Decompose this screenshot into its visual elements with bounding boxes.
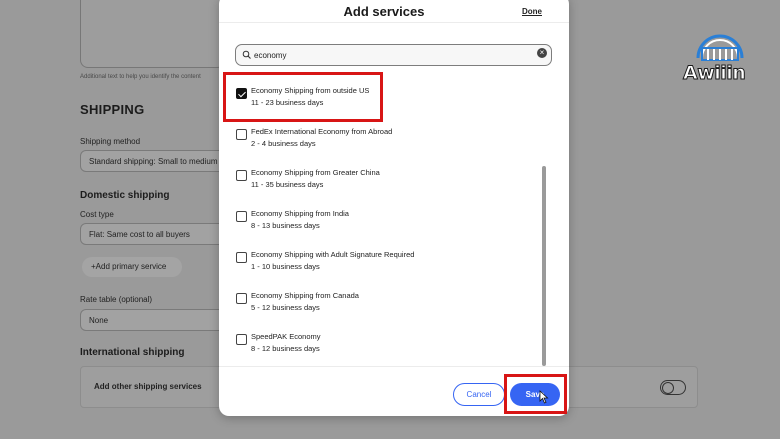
checkbox-checked[interactable] xyxy=(236,88,247,99)
service-days: 1 - 10 business days xyxy=(251,262,320,271)
checkbox[interactable] xyxy=(236,293,247,304)
logo-text: Awiiin xyxy=(682,62,746,85)
search-input[interactable] xyxy=(254,48,524,63)
add-primary-service-label: Add primary service xyxy=(95,262,167,271)
international-toggle[interactable] xyxy=(660,380,686,395)
cost-type-select[interactable]: Flat: Same cost to all buyers xyxy=(80,223,230,245)
list-item[interactable]: Economy Shipping from outside US 11 - 23… xyxy=(236,82,536,116)
list-item[interactable]: Economy Shipping from Greater China 11 -… xyxy=(236,164,536,198)
shipping-heading: SHIPPING xyxy=(80,102,145,117)
add-primary-service-button[interactable]: +Add primary service xyxy=(82,257,182,277)
service-days: 5 - 12 business days xyxy=(251,303,320,312)
checkbox[interactable] xyxy=(236,334,247,345)
title-divider xyxy=(219,22,569,23)
list-item[interactable]: Economy Shipping from Canada 5 - 12 busi… xyxy=(236,287,536,321)
international-shipping-heading: International shipping xyxy=(80,347,185,358)
list-item[interactable]: FedEx International Economy from Abroad … xyxy=(236,123,536,157)
add-services-modal: Add services Done × Economy Shipping fro… xyxy=(219,0,569,416)
list-item[interactable]: Economy Shipping from India 8 - 13 busin… xyxy=(236,205,536,239)
shipping-method-select[interactable]: Standard shipping: Small to medium xyxy=(80,150,230,172)
service-name: Economy Shipping from India xyxy=(251,209,349,218)
shipping-method-label: Shipping method xyxy=(80,137,141,146)
list-item[interactable]: Economy Shipping with Adult Signature Re… xyxy=(236,246,536,280)
service-name: Economy Shipping from Greater China xyxy=(251,168,380,177)
footer-divider xyxy=(219,366,569,367)
description-textarea[interactable] xyxy=(80,0,225,68)
service-days: 8 - 12 business days xyxy=(251,344,320,353)
service-days: 11 - 23 business days xyxy=(251,98,324,107)
service-name: Economy Shipping from Canada xyxy=(251,291,359,300)
description-hint: Additional text to help you identify the… xyxy=(80,74,201,80)
rate-table-label: Rate table (optional) xyxy=(80,295,153,304)
service-name: SpeedPAK Economy xyxy=(251,332,321,341)
cost-type-label: Cost type xyxy=(80,210,114,219)
clear-icon[interactable]: × xyxy=(537,48,547,58)
service-name: Economy Shipping with Adult Signature Re… xyxy=(251,250,415,259)
service-name: FedEx International Economy from Abroad xyxy=(251,127,393,136)
services-list: Economy Shipping from outside US 11 - 23… xyxy=(219,72,569,364)
search-field[interactable]: × xyxy=(235,44,552,66)
service-name: Economy Shipping from outside US xyxy=(251,86,370,95)
checkbox[interactable] xyxy=(236,129,247,140)
service-days: 2 - 4 business days xyxy=(251,139,316,148)
cancel-button[interactable]: Cancel xyxy=(453,383,505,406)
mouse-cursor-icon xyxy=(539,390,549,404)
modal-title: Add services xyxy=(343,4,425,19)
save-button[interactable]: Save xyxy=(510,383,560,406)
list-item[interactable]: SpeedPAK Economy 8 - 12 business days xyxy=(236,328,536,362)
checkbox[interactable] xyxy=(236,211,247,222)
domestic-shipping-heading: Domestic shipping xyxy=(80,190,170,201)
rate-table-select[interactable]: None xyxy=(80,309,230,331)
checkbox[interactable] xyxy=(236,252,247,263)
list-scrollbar[interactable] xyxy=(542,166,546,366)
search-icon xyxy=(242,50,251,59)
add-other-services-label: Add other shipping services xyxy=(94,382,202,391)
checkbox[interactable] xyxy=(236,170,247,181)
service-days: 11 - 35 business days xyxy=(251,180,324,189)
done-link[interactable]: Done xyxy=(522,7,542,16)
service-days: 8 - 13 business days xyxy=(251,221,320,230)
